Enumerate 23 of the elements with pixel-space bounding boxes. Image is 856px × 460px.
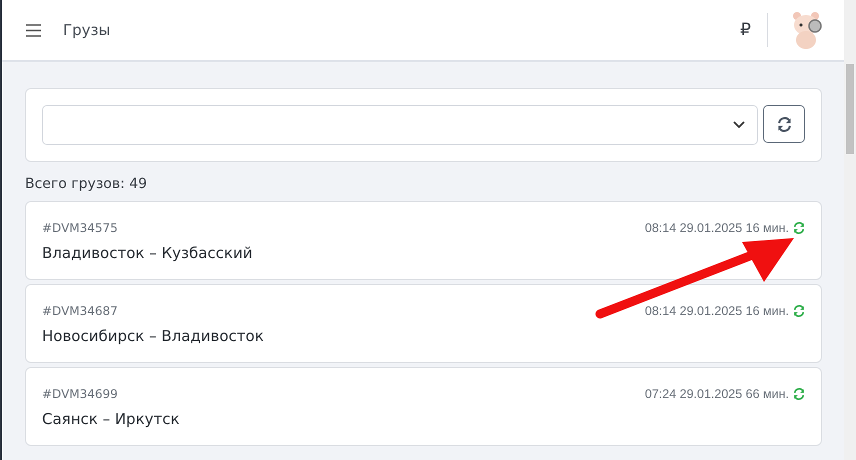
- cargo-route: Саянск – Иркутск: [42, 410, 181, 428]
- refresh-icon: [776, 116, 792, 132]
- cargo-card[interactable]: #DVM34699 07:24 29.01.2025 66 мин. Саянск – Иркутск: [25, 367, 822, 446]
- chevron-down-icon: [733, 121, 745, 129]
- cargo-card[interactable]: #DVM34687 08:14 29.01.2025 16 мин. Новосибирск – Владивосток: [25, 284, 822, 363]
- currency-button[interactable]: ₽: [740, 13, 768, 47]
- cargo-time: 08:14 29.01.2025 16 мин.: [644, 304, 789, 318]
- menu-icon[interactable]: [26, 24, 41, 36]
- cargo-id: #DVM34699: [42, 387, 118, 401]
- cargo-time: 07:24 29.01.2025 66 мин.: [644, 387, 789, 401]
- sync-icon: [793, 222, 805, 234]
- page-title: Грузы: [63, 21, 112, 39]
- cargo-time: 08:14 29.01.2025 16 мин.: [644, 221, 789, 235]
- total-count: Всего грузов: 49: [25, 176, 148, 192]
- cargo-id: #DVM34575: [42, 221, 118, 235]
- scrollbar[interactable]: [844, 0, 856, 460]
- cargo-route: Владивосток – Кузбасский: [42, 244, 254, 262]
- refresh-button[interactable]: [763, 105, 805, 143]
- cargo-route: Новосибирск – Владивосток: [42, 327, 265, 345]
- sync-icon: [793, 305, 805, 317]
- cargo-id: #DVM34687: [42, 304, 118, 318]
- cargo-card[interactable]: #DVM34575 08:14 29.01.2025 16 мин. Владивосток – Кузбасский: [25, 201, 822, 280]
- sync-icon: [793, 388, 805, 400]
